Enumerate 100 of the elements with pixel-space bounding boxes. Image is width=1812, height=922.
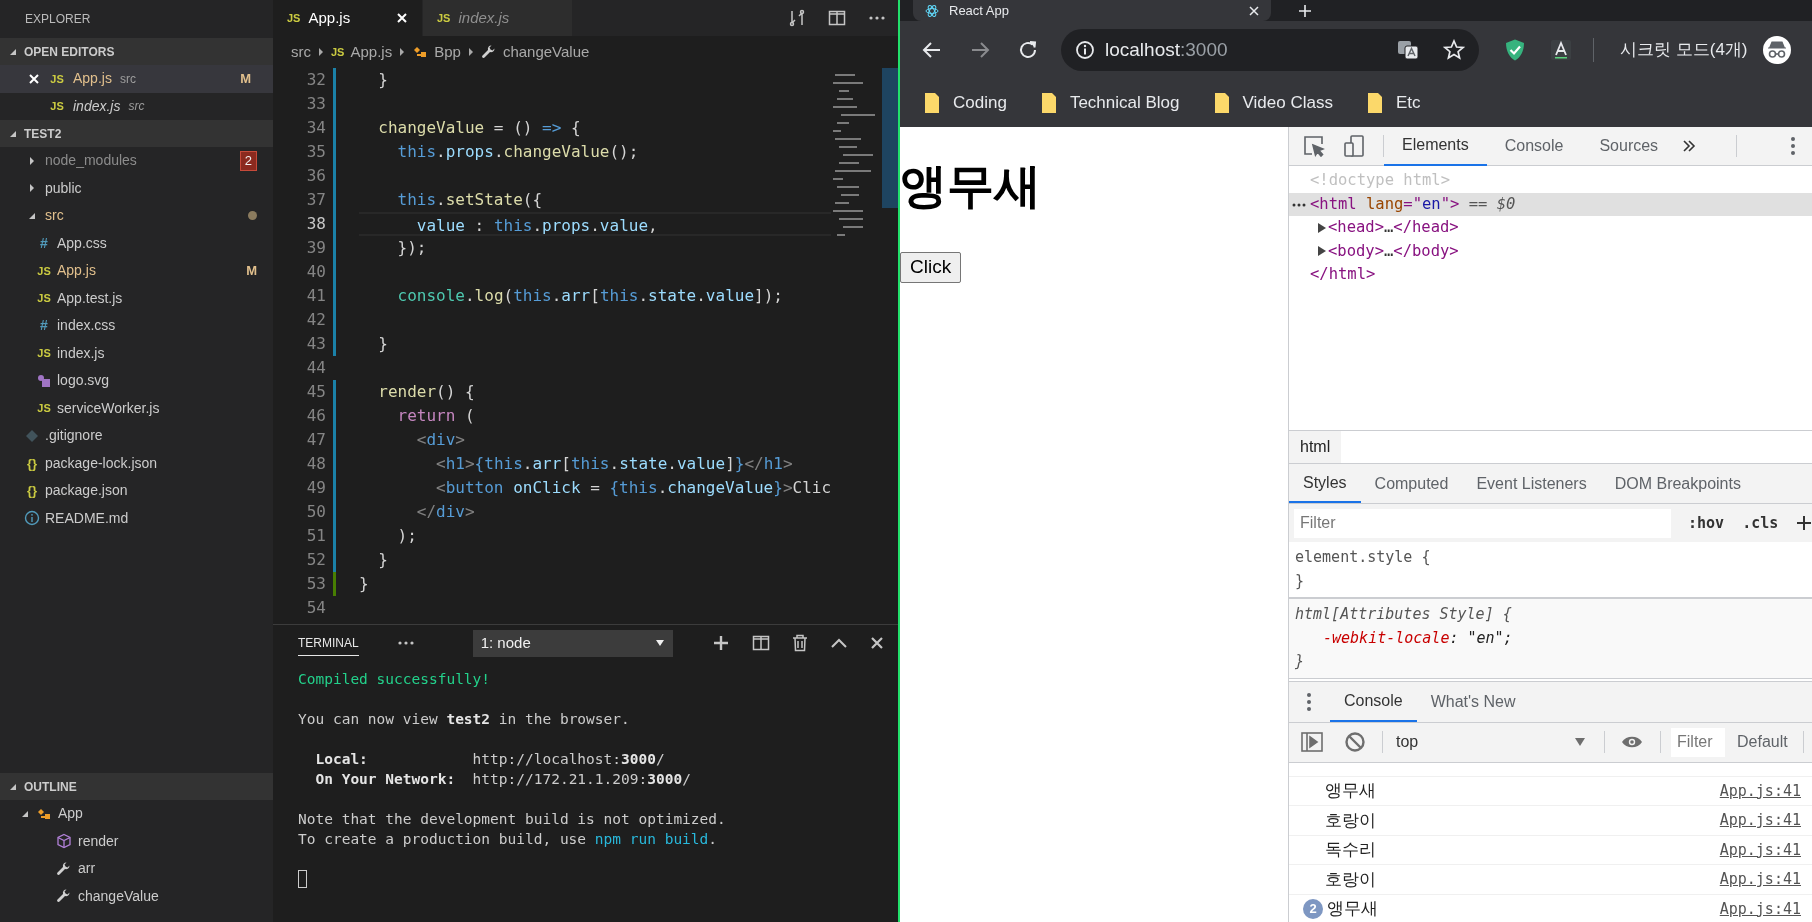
close-icon[interactable] [27, 71, 41, 86]
section-title[interactable]: OPEN EDITORS [24, 42, 115, 61]
file-name[interactable]: App.js [57, 260, 96, 282]
pane-tab[interactable]: DOM Breakpoints [1600, 464, 1755, 503]
kebab-menu-icon[interactable] [1790, 136, 1796, 156]
devtools-tab[interactable]: Console [1486, 127, 1582, 166]
bookmark-link[interactable]: Coding [953, 90, 1007, 116]
split-editor-icon[interactable] [828, 9, 846, 27]
click-button[interactable]: Click [900, 252, 962, 283]
eye-icon[interactable] [1621, 735, 1643, 749]
shield-check-icon[interactable] [1503, 38, 1527, 62]
source-link[interactable]: App.js:41 [1719, 868, 1801, 891]
file-name[interactable]: index.css [57, 315, 116, 337]
browser-tab[interactable]: React App [913, 0, 1271, 21]
sidebar-toggle-icon[interactable] [1301, 732, 1323, 752]
file-name[interactable]: App.test.js [57, 287, 123, 309]
trash-icon[interactable] [792, 634, 808, 652]
editor-tab[interactable]: JS App.js [273, 0, 422, 36]
file-name[interactable]: index.js [73, 95, 121, 117]
dom-node[interactable]: </html> [1310, 263, 1376, 287]
toggle-button[interactable]: :hov [1688, 511, 1725, 535]
translate-icon[interactable] [1397, 39, 1419, 61]
section-header[interactable]: OUTLINE [0, 773, 273, 800]
reload-icon[interactable] [1017, 39, 1039, 61]
collapsed-triangle-icon[interactable] [1317, 222, 1327, 233]
bookmark-link[interactable]: Technical Blog [1069, 90, 1180, 116]
split-terminal-icon[interactable] [752, 634, 770, 652]
incognito-label[interactable]: 시크릿 모드(4개) [1620, 37, 1748, 63]
console-filter-field[interactable]: Filter [1671, 727, 1725, 757]
editor-tab[interactable]: JS index.js [423, 0, 572, 36]
file-name[interactable]: .gitignore [45, 425, 103, 447]
clear-icon[interactable] [1344, 731, 1366, 753]
file-name[interactable]: logo.svg [57, 370, 110, 392]
pane-tab[interactable]: Computed [1360, 464, 1463, 503]
folder-icon[interactable] [1040, 92, 1057, 114]
folder-name[interactable]: src [45, 205, 64, 227]
devtools-tab[interactable]: Sources [1581, 127, 1677, 166]
breadcrumb-item[interactable]: html [1289, 431, 1342, 463]
drawer-tab[interactable]: What's New [1416, 681, 1530, 722]
extension-icon[interactable] [1549, 38, 1573, 62]
dom-node[interactable]: <head>…</head> [1328, 216, 1459, 240]
selected-row[interactable]: JS App.js src M [0, 65, 273, 93]
file-name[interactable]: App.js [73, 68, 112, 90]
address-bar[interactable]: localhost:3000 [1061, 29, 1479, 71]
file-name[interactable]: index.js [57, 342, 105, 364]
compare-changes-icon[interactable] [788, 9, 806, 27]
folder-icon[interactable] [1366, 92, 1383, 114]
source-link[interactable]: App.js:41 [1719, 897, 1801, 920]
star-icon[interactable] [1443, 39, 1465, 61]
source-link[interactable]: App.js:41 [1719, 838, 1801, 861]
file-name[interactable]: serviceWorker.js [57, 397, 160, 419]
terminal-dropdown[interactable]: 1: node [472, 629, 673, 657]
symbol-name[interactable]: App [58, 803, 83, 825]
file-name[interactable]: README.md [45, 507, 129, 529]
new-tab-icon[interactable] [1299, 5, 1311, 17]
folder-name[interactable]: public [45, 177, 82, 199]
symbol-name[interactable]: arr [78, 858, 96, 880]
toggle-button[interactable]: .cls [1742, 511, 1779, 535]
symbol-name[interactable]: render [78, 830, 119, 852]
close-icon[interactable] [870, 636, 884, 650]
inspect-cursor-icon[interactable] [1303, 135, 1325, 157]
breadcrumb-item[interactable]: changeValue [502, 40, 590, 64]
file-name[interactable]: package-lock.json [45, 452, 158, 474]
kebab-menu-icon[interactable] [1306, 691, 1312, 712]
file-name[interactable]: App.css [57, 232, 107, 254]
pane-tab[interactable]: Event Listeners [1462, 464, 1601, 503]
scrollbar-thumb[interactable] [882, 68, 898, 208]
breadcrumb-item[interactable]: src [291, 40, 311, 64]
dom-node[interactable]: <html lang="en"> == $0 [1310, 192, 1516, 216]
plus-icon[interactable] [712, 634, 730, 652]
breadcrumb-item[interactable]: App.js [350, 40, 393, 64]
section-title[interactable]: OUTLINE [24, 777, 77, 796]
add-icon[interactable] [1797, 515, 1811, 531]
folder-icon[interactable] [1213, 92, 1230, 114]
devtools-tab[interactable]: Elements [1384, 127, 1487, 166]
more-icon[interactable] [396, 640, 415, 646]
symbol-name[interactable]: changeValue [78, 885, 159, 907]
section-header[interactable]: OPEN EDITORS [0, 38, 273, 65]
more-tabs-icon[interactable] [1682, 139, 1697, 153]
device-toggle-icon[interactable] [1343, 135, 1365, 157]
breadcrumb-item[interactable]: Bpp [434, 40, 461, 64]
section-title[interactable]: TEST2 [24, 124, 62, 143]
folder-name[interactable]: node_modules [45, 150, 137, 172]
file-name[interactable]: package.json [45, 480, 128, 502]
ellipsis-icon[interactable] [1292, 202, 1306, 207]
bookmark-link[interactable]: Etc [1395, 90, 1421, 116]
dom-node[interactable]: <body>…</body> [1328, 239, 1459, 263]
panel-tab[interactable]: TERMINAL [298, 630, 359, 656]
incognito-icon[interactable] [1762, 35, 1792, 65]
section-header[interactable]: TEST2 [0, 120, 273, 147]
folder-icon[interactable] [924, 92, 940, 114]
levels-dropdown[interactable]: Default [1737, 730, 1788, 754]
source-link[interactable]: App.js:41 [1719, 809, 1801, 832]
collapsed-caret-icon[interactable] [27, 183, 37, 194]
collapsed-triangle-icon[interactable] [1317, 246, 1327, 257]
filter-field[interactable]: Filter [1294, 508, 1671, 538]
source-link[interactable]: App.js:41 [1719, 779, 1801, 802]
selected-node-row[interactable]: <html lang="en"> == $0 [1289, 192, 1812, 216]
bookmark-link[interactable]: Video Class [1242, 90, 1333, 116]
collapsed-caret-icon[interactable] [27, 155, 37, 166]
